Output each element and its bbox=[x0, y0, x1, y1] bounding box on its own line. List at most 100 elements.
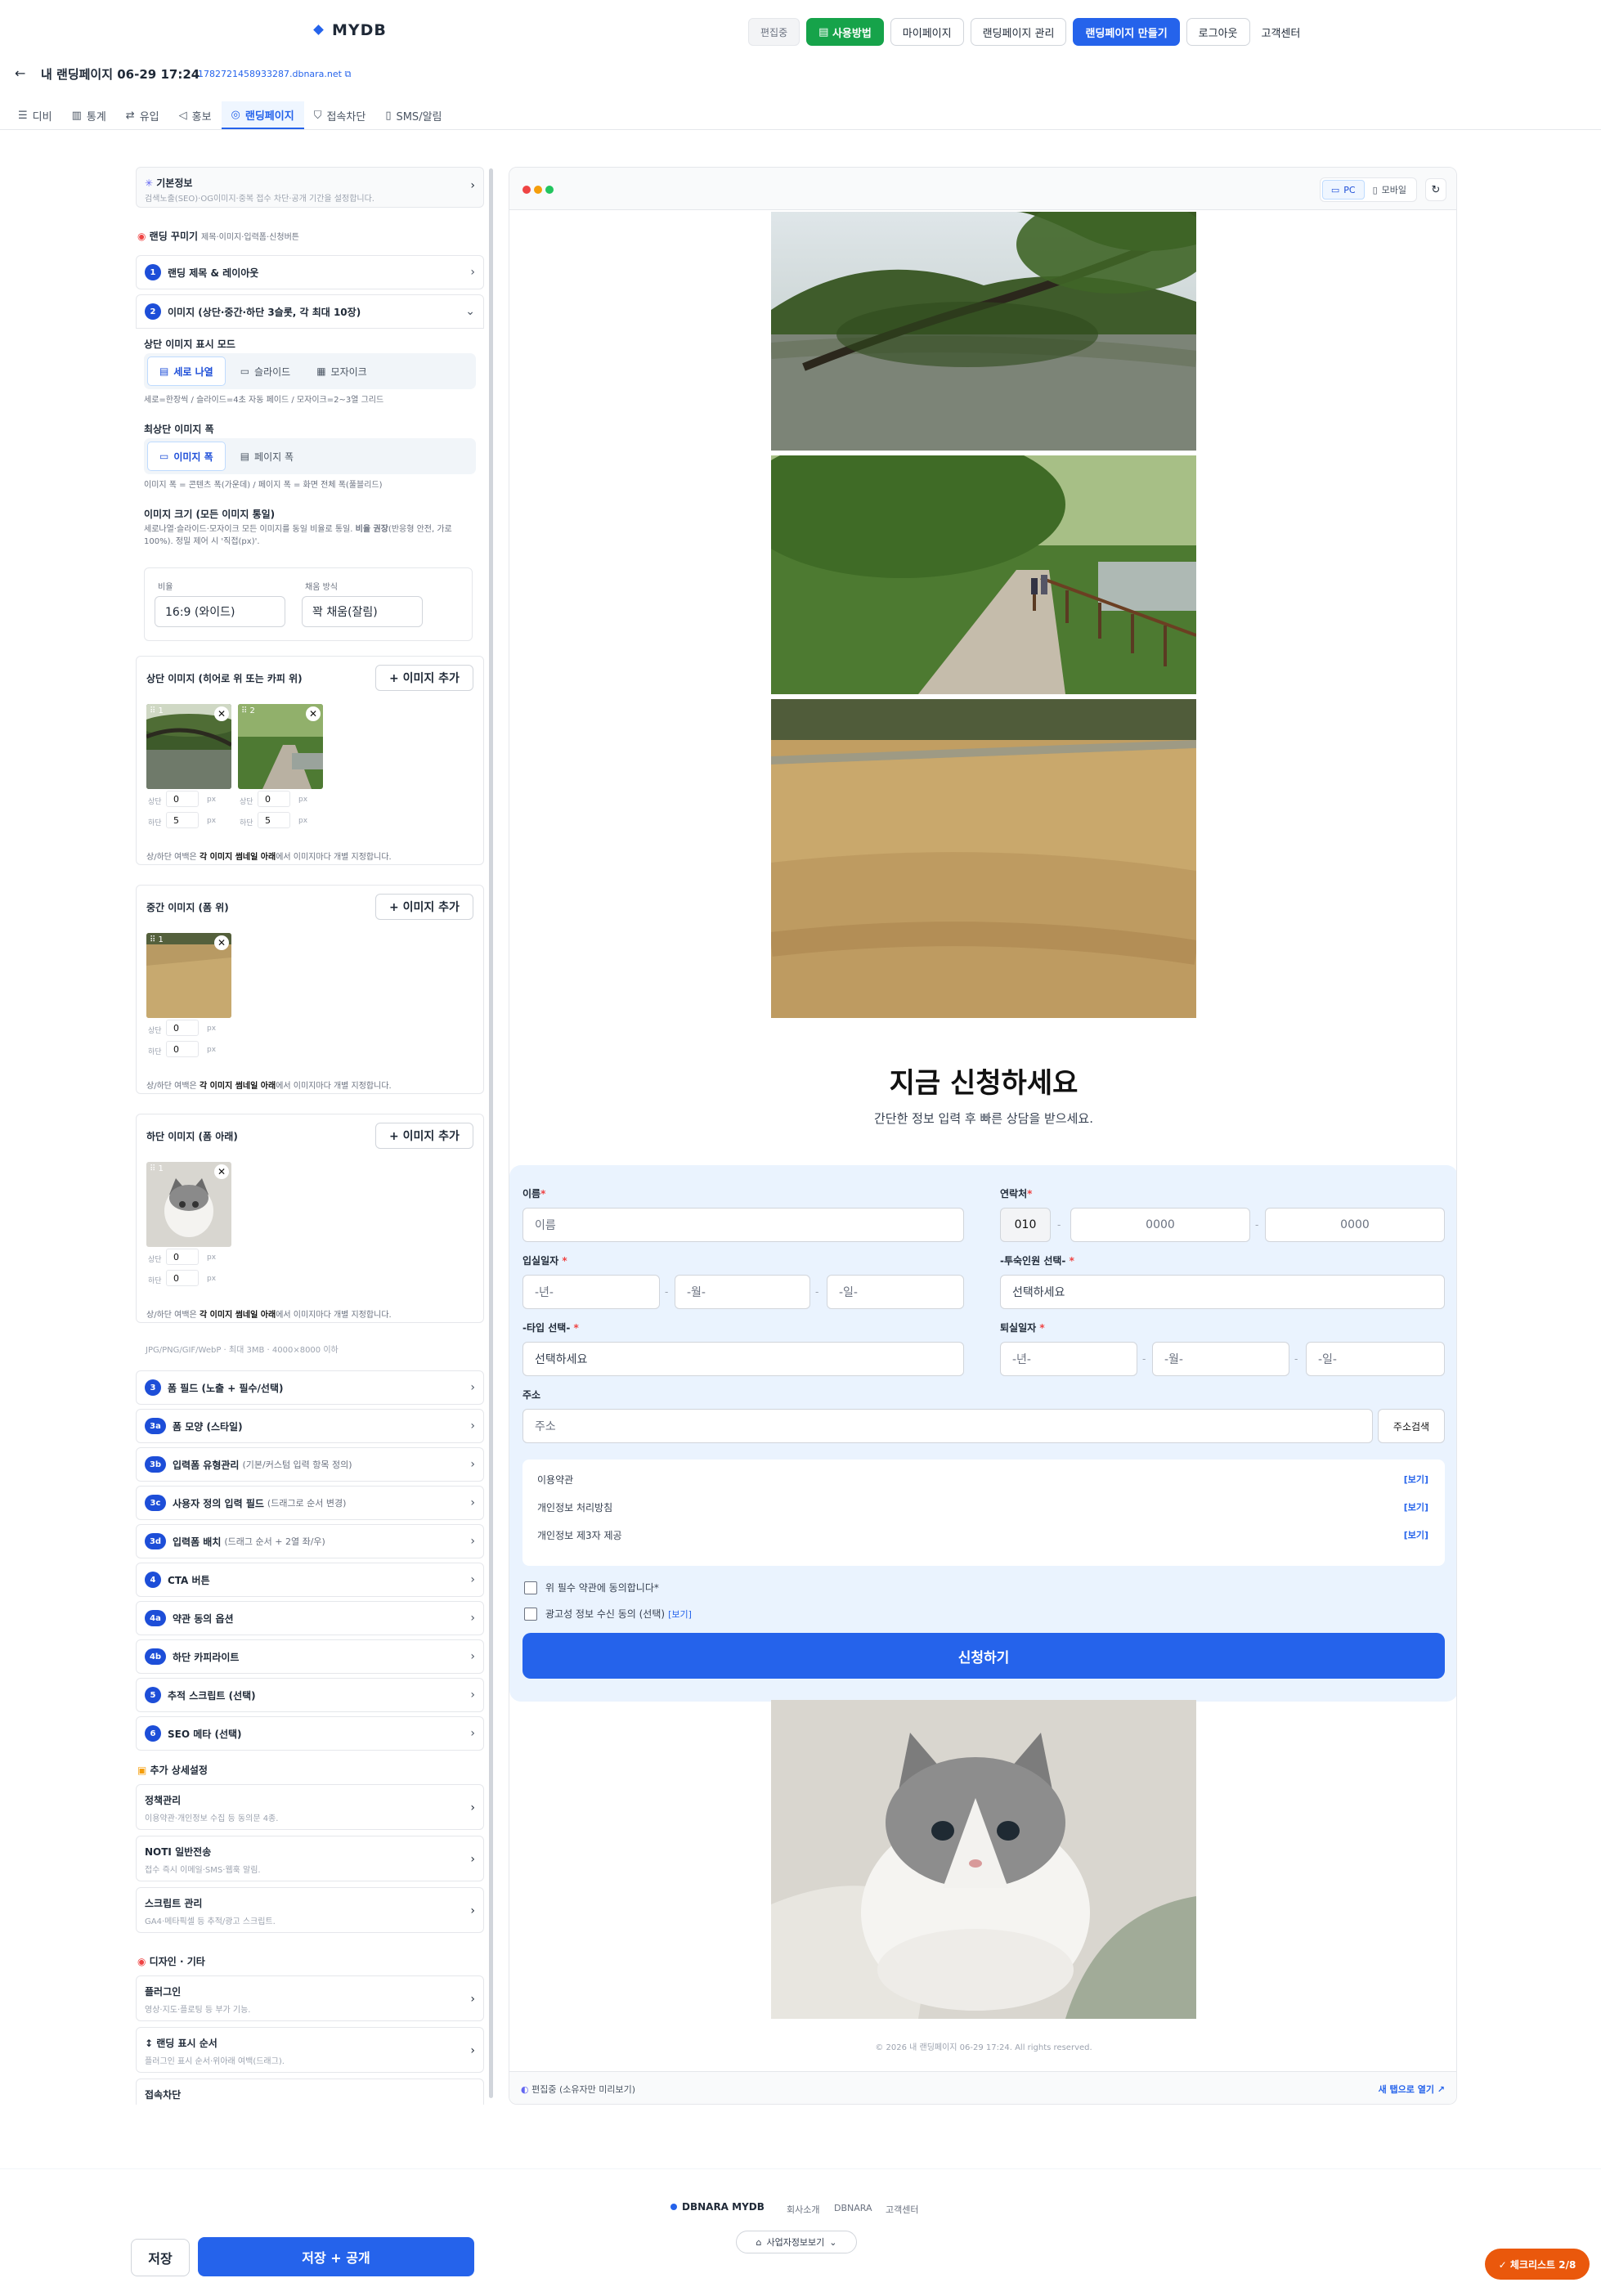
mypage-button[interactable]: 마이페이지 bbox=[890, 18, 964, 46]
phone-last-input[interactable]: 0000 bbox=[1265, 1208, 1445, 1242]
submit-button[interactable]: 신청하기 bbox=[522, 1633, 1445, 1679]
third-party-view-link[interactable]: [보기] bbox=[1404, 1528, 1428, 1541]
accordion-custom-fields[interactable]: 3c 사용자 정의 입력 필드 (드래그로 순서 변경) › bbox=[136, 1486, 484, 1520]
accordion-copyright[interactable]: 4b 하단 카피라이트 › bbox=[136, 1639, 484, 1674]
refresh-icon[interactable]: ↻ bbox=[1425, 178, 1446, 201]
howto-button[interactable]: ▤ 사용방법 bbox=[806, 18, 884, 46]
checkin-label: 입실일자 * bbox=[522, 1255, 567, 1267]
plugin-card[interactable]: 플러그인 영상·지도·플로팅 등 부가 기능. › bbox=[136, 1975, 484, 2021]
tab-block[interactable]: ⛉ 접속차단 bbox=[304, 101, 376, 129]
accordion-form-types[interactable]: 3b 입력폼 유형관리 (기본/커스텀 입력 항목 정의) › bbox=[136, 1447, 484, 1482]
display-order-card[interactable]: ↕ 랜딩 표시 순서 플러그인 표시 순서·위아래 여백(드래그). › bbox=[136, 2027, 484, 2073]
open-new-tab-link[interactable]: 새 탭으로 열기 ↗ bbox=[1379, 2083, 1445, 2096]
pad-bottom-input[interactable]: 0 bbox=[166, 1041, 199, 1057]
chevron-right-icon: › bbox=[470, 1904, 475, 1917]
landing-manage-button[interactable]: 랜딩페이지 관리 bbox=[970, 18, 1067, 46]
checkin-month-select[interactable]: -월- bbox=[675, 1275, 810, 1309]
add-image-button[interactable]: + 이미지 추가 bbox=[375, 665, 473, 691]
accordion-form-fields[interactable]: 3폼 필드 (노출 + 필수/선택) › bbox=[136, 1370, 484, 1405]
close-icon[interactable]: ✕ bbox=[214, 1164, 229, 1179]
ad-consent-checkbox[interactable]: 광고성 정보 수신 동의 (선택) [보기] bbox=[524, 1607, 692, 1621]
landing-make-button[interactable]: 랜딩페이지 만들기 bbox=[1073, 18, 1180, 46]
phone-prefix-input[interactable]: 010 bbox=[1000, 1208, 1051, 1242]
width-image-option[interactable]: ▭ 이미지 폭 bbox=[147, 442, 226, 471]
privacy-view-link[interactable]: [보기] bbox=[1404, 1500, 1428, 1513]
pad-top-input[interactable]: 0 bbox=[166, 1249, 199, 1265]
noti-card[interactable]: NOTI 일반전송 접수 즉시 이메일·SMS·웹훅 알림. › bbox=[136, 1836, 484, 1881]
terms-view-link[interactable]: [보기] bbox=[1404, 1473, 1428, 1486]
mode-mosaic-option[interactable]: ▦ 모자이크 bbox=[305, 357, 379, 386]
width-page-option[interactable]: ▤ 페이지 폭 bbox=[229, 442, 305, 471]
pad-bottom-input[interactable]: 0 bbox=[166, 1270, 199, 1286]
pad-bottom-input[interactable]: 5 bbox=[258, 812, 290, 828]
image-thumb[interactable]: ⠿ 1 ✕ bbox=[146, 1162, 231, 1247]
basic-info-card[interactable]: ✳ 기본정보 검색노출(SEO)·OG이미지·중복 접수 차단·공개 기간을 설… bbox=[136, 167, 484, 208]
mode-slide-option[interactable]: ▭ 슬라이드 bbox=[229, 357, 303, 386]
checkin-year-select[interactable]: -년- bbox=[522, 1275, 660, 1309]
agree-checkbox[interactable]: 위 필수 약관에 동의합니다* bbox=[524, 1581, 659, 1594]
tab-landing[interactable]: ◎ 랜딩페이지 bbox=[221, 101, 304, 129]
back-arrow-icon[interactable]: ← bbox=[15, 65, 25, 81]
accordion-images[interactable]: 2 이미지 (상단·중간·하단 3슬롯, 각 최대 10장) ⌄ bbox=[136, 294, 484, 329]
logout-button[interactable]: 로그아웃 bbox=[1186, 18, 1250, 46]
tab-promo[interactable]: ◁ 홍보 bbox=[169, 101, 222, 129]
close-icon[interactable]: ✕ bbox=[214, 706, 229, 721]
panel-scrollbar[interactable] bbox=[489, 168, 493, 2098]
support-link[interactable]: 고객센터 bbox=[1256, 18, 1306, 46]
fill-select[interactable]: 꽉 채움(잘림) bbox=[302, 596, 423, 627]
logo[interactable]: MYDB bbox=[313, 21, 387, 39]
accordion-tracking[interactable]: 5 추적 스크립트 (선택) › bbox=[136, 1678, 484, 1712]
accordion-cta[interactable]: 4 CTA 버튼 › bbox=[136, 1563, 484, 1597]
policy-card[interactable]: 정책관리 이용약관·개인정보 수집 등 동의문 4종. › bbox=[136, 1784, 484, 1830]
pad-top-input[interactable]: 0 bbox=[166, 1020, 199, 1036]
footer-link-dbnara[interactable]: DBNARA bbox=[834, 2203, 872, 2213]
pad-top-input[interactable]: 0 bbox=[166, 791, 199, 807]
save-button[interactable]: 저장 bbox=[131, 2239, 190, 2276]
chevron-right-icon: › bbox=[470, 1496, 475, 1509]
accordion-title-layout[interactable]: 1 랜딩 제목 & 레이아웃 › bbox=[136, 255, 484, 289]
tab-sms[interactable]: ▯ SMS/알림 bbox=[375, 101, 451, 129]
image-thumb[interactable]: ⠿ 2 ✕ bbox=[238, 704, 323, 789]
device-mobile-button[interactable]: ▯ 모바일 bbox=[1365, 180, 1415, 200]
tab-db[interactable]: ☰ 디비 bbox=[8, 101, 62, 129]
accordion-form-style[interactable]: 3a 폼 모양 (스타일) › bbox=[136, 1409, 484, 1443]
checklist-button[interactable]: ✓ 체크리스트 2/8 bbox=[1485, 2249, 1590, 2280]
tab-inflow[interactable]: ⇄ 유입 bbox=[116, 101, 169, 129]
guests-select[interactable]: 선택하세요 bbox=[1000, 1275, 1445, 1309]
footer-brand: DBNARA MYDB bbox=[670, 2201, 765, 2213]
phone-middle-input[interactable]: 0000 bbox=[1070, 1208, 1250, 1242]
guests-label: -투숙인원 선택- * bbox=[1000, 1255, 1074, 1267]
image-thumb[interactable]: ⠿ 1 ✕ bbox=[146, 933, 231, 1018]
add-image-button[interactable]: + 이미지 추가 bbox=[375, 1123, 473, 1149]
pad-bottom-input[interactable]: 5 bbox=[166, 812, 199, 828]
type-select[interactable]: 선택하세요 bbox=[522, 1342, 964, 1376]
ratio-select[interactable]: 16:9 (와이드) bbox=[155, 596, 285, 627]
mode-vertical-option[interactable]: ▤ 세로 나열 bbox=[147, 357, 226, 386]
accordion-form-layout[interactable]: 3d 입력폼 배치 (드래그 순서 + 2열 좌/우) › bbox=[136, 1524, 484, 1558]
accordion-terms[interactable]: 4a 약관 동의 옵션 › bbox=[136, 1601, 484, 1635]
image-thumb[interactable]: ⠿ 1 ✕ bbox=[146, 704, 231, 789]
checkout-month-select[interactable]: -월- bbox=[1152, 1342, 1289, 1376]
ad-view-link[interactable]: [보기] bbox=[668, 1608, 692, 1621]
name-input[interactable]: 이름 bbox=[522, 1208, 964, 1242]
checkout-year-select[interactable]: -년- bbox=[1000, 1342, 1137, 1376]
checkout-day-select[interactable]: -일- bbox=[1306, 1342, 1445, 1376]
block-card[interactable]: 접속차단 bbox=[136, 2079, 484, 2105]
pad-top-input[interactable]: 0 bbox=[258, 791, 290, 807]
business-info-button[interactable]: ⌂ 사업자정보보기 ⌄ bbox=[736, 2231, 857, 2253]
footer-link-support[interactable]: 고객센터 bbox=[886, 2203, 918, 2216]
page-url-link[interactable]: 1782721458933287.dbnara.net ⧉ bbox=[198, 69, 351, 80]
close-icon[interactable]: ✕ bbox=[214, 935, 229, 950]
device-pc-button[interactable]: ▭ PC bbox=[1321, 180, 1365, 200]
script-card[interactable]: 스크립트 관리 GA4·메타픽셀 등 추적/광고 스크립트. › bbox=[136, 1887, 484, 1933]
add-image-button[interactable]: + 이미지 추가 bbox=[375, 894, 473, 920]
top-images-group: 상단 이미지 (히어로 위 또는 카피 위) + 이미지 추가 ⠿ 1 ✕ ⠿ 2… bbox=[136, 656, 484, 865]
close-icon[interactable]: ✕ bbox=[306, 706, 321, 721]
tab-stats[interactable]: ▥ 통계 bbox=[62, 101, 116, 129]
save-publish-button[interactable]: 저장 + 공개 bbox=[198, 2237, 474, 2276]
address-search-button[interactable]: 주소검색 bbox=[1378, 1409, 1445, 1443]
address-input[interactable]: 주소 bbox=[522, 1409, 1373, 1443]
checkin-day-select[interactable]: -일- bbox=[827, 1275, 964, 1309]
accordion-seo[interactable]: 6 SEO 메타 (선택) › bbox=[136, 1716, 484, 1751]
footer-link-about[interactable]: 회사소개 bbox=[787, 2203, 819, 2216]
